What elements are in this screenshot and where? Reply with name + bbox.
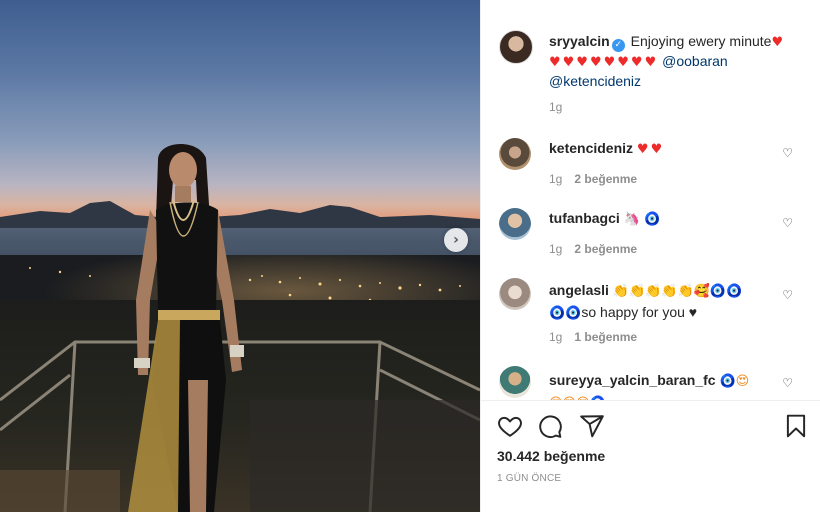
comment-emoji: ♥♥ [636, 142, 665, 157]
comment-username[interactable]: tufanbagci [549, 210, 620, 226]
comment-icon[interactable] [537, 413, 563, 439]
comment-item: ketencideniz ♥♥ [549, 140, 811, 157]
caption-text: Enjoying ewery minute [630, 33, 772, 49]
heart-icon[interactable]: ♡ [782, 288, 793, 302]
caption-meta: 1g [549, 100, 811, 114]
caption-hearts-emoji: ♥♥♥♥♥♥♥♥ [549, 55, 659, 70]
post-caption: sryyalcin ✓ Enjoying ewery minute♥ ♥♥♥♥♥♥… [549, 32, 811, 90]
mention-link[interactable]: @oobaran [662, 53, 728, 69]
comment-username[interactable]: sureyya_yalcin_baran_fc [549, 372, 716, 388]
comment-age[interactable]: 1g [549, 330, 562, 344]
comment-meta: 1g 2 beğenme [549, 172, 811, 186]
caption-age[interactable]: 1g [549, 100, 562, 114]
heart-icon[interactable]: ♡ [782, 146, 793, 160]
comment-item: tufanbagci 🦄 🧿 [549, 210, 811, 227]
comment-emoji: ♥ [688, 304, 698, 320]
next-photo-button[interactable]: › [444, 228, 468, 252]
heart-icon[interactable]: ♡ [782, 376, 793, 390]
woman-figure [128, 143, 244, 512]
comment-username[interactable]: ketencideniz [549, 140, 633, 156]
comment-emoji: 🧿😍 [719, 374, 750, 389]
post-photo[interactable]: › [0, 0, 480, 512]
comment-meta: 1g 2 beğenme [549, 242, 811, 256]
caption-heart-emoji: ♥ [771, 35, 786, 50]
heart-icon[interactable]: ♡ [782, 216, 793, 230]
comment-text: so happy for you [581, 304, 685, 320]
share-icon[interactable] [579, 413, 605, 439]
chevron-right-icon: › [453, 232, 459, 248]
like-count[interactable]: 30.442 beğenme [497, 448, 605, 464]
post-side-panel: sryyalcin ✓ Enjoying ewery minute♥ ♥♥♥♥♥♥… [480, 0, 820, 512]
comment-avatar[interactable] [499, 138, 531, 170]
comment-like-count[interactable]: 1 beğenme [574, 330, 637, 344]
comment-emoji: 👏👏👏👏👏🥰🧿🧿 [612, 284, 743, 299]
comment-meta: 1g 1 beğenme [549, 330, 811, 344]
comment-item: angelasli 👏👏👏👏👏🥰🧿🧿 🧿🧿so happy for you ♥ [549, 280, 811, 324]
comment-like-count[interactable]: 2 beğenme [574, 172, 637, 186]
comment-item: sureyya_yalcin_baran_fc 🧿😍 😍😍😍🧿 [549, 370, 811, 400]
comment-username[interactable]: angelasli [549, 282, 609, 298]
bookmark-icon[interactable] [783, 413, 809, 439]
author-username[interactable]: sryyalcin [549, 33, 610, 49]
comment-age[interactable]: 1g [549, 242, 562, 256]
verified-badge-icon: ✓ [611, 39, 625, 52]
post-date[interactable]: 1 GÜN ÖNCE [497, 473, 561, 484]
comment-avatar[interactable] [499, 366, 531, 398]
mention-link[interactable]: @ketencideniz [549, 73, 641, 89]
comment-emoji: 🧿🧿 [549, 306, 582, 321]
comment-age[interactable]: 1g [549, 172, 562, 186]
comment-like-count[interactable]: 2 beğenme [574, 242, 637, 256]
comment-emoji: 🦄 🧿 [623, 212, 661, 227]
comment-avatar[interactable] [499, 208, 531, 240]
heart-icon[interactable] [497, 413, 523, 439]
author-avatar[interactable] [499, 30, 533, 64]
comments-list[interactable]: sryyalcin ✓ Enjoying ewery minute♥ ♥♥♥♥♥♥… [481, 0, 820, 400]
comment-avatar[interactable] [499, 278, 531, 310]
